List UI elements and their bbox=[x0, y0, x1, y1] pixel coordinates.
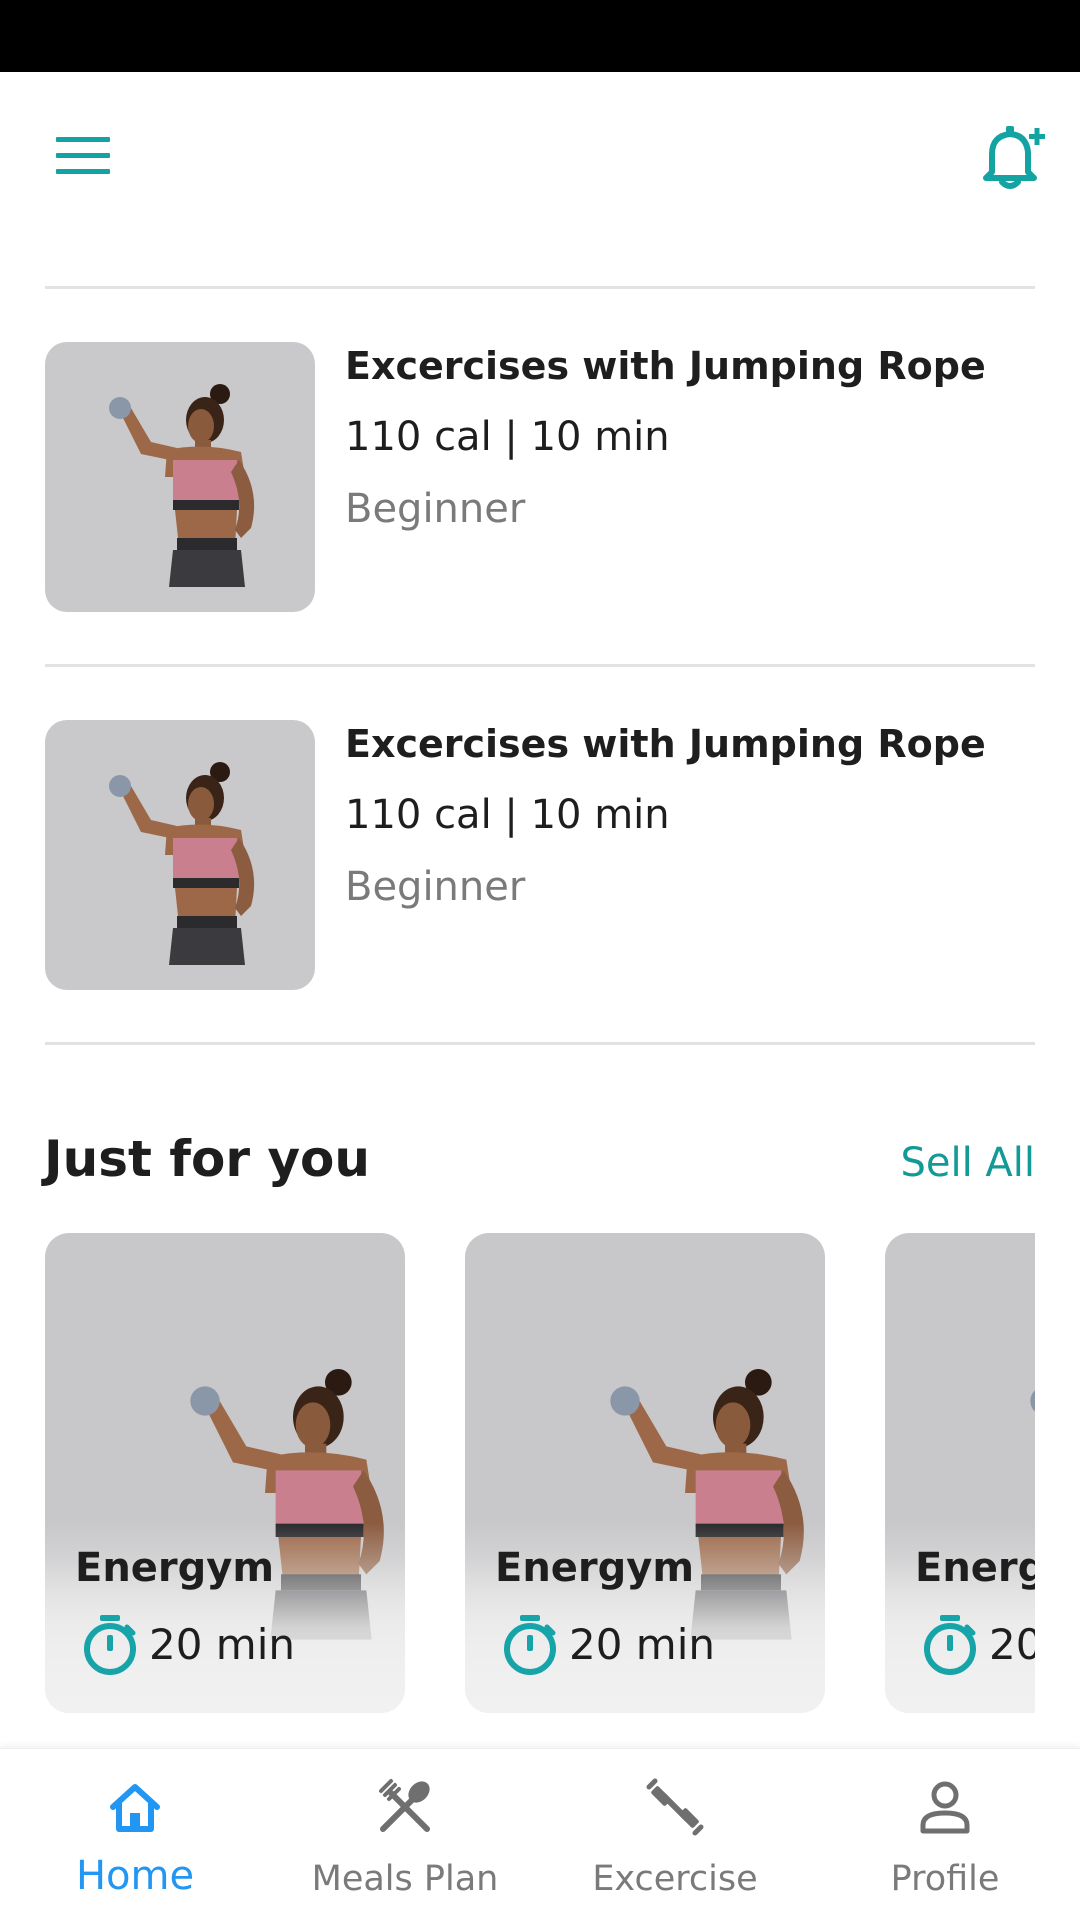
exercise-meta: 110 cal | 10 min bbox=[345, 414, 670, 460]
dumbbell-icon bbox=[646, 1778, 704, 1836]
recommendation-carousel[interactable]: Energym 20 min Energym 20 min Energym 20… bbox=[45, 1233, 1035, 1713]
fork-spoon-icon bbox=[379, 1779, 430, 1832]
hamburger-menu-icon[interactable] bbox=[54, 133, 114, 181]
card-title: Energym bbox=[495, 1545, 695, 1591]
exercise-list-item[interactable]: Excercises with Jumping Rope 110 cal | 1… bbox=[45, 720, 1035, 990]
status-bar bbox=[0, 0, 1080, 72]
app-bar bbox=[0, 72, 1080, 242]
exercise-level: Beginner bbox=[345, 486, 526, 532]
nav-item-meals-plan[interactable]: Meals Plan bbox=[270, 1749, 540, 1921]
timer-icon bbox=[921, 1613, 979, 1677]
nav-item-excercise[interactable]: Excercise bbox=[540, 1749, 810, 1921]
exercise-list-item[interactable]: Excercises with Jumping Rope 110 cal | 1… bbox=[45, 342, 1035, 612]
exercise-level: Beginner bbox=[345, 864, 526, 910]
section-title: Just for you bbox=[44, 1130, 370, 1188]
timer-icon bbox=[501, 1613, 559, 1677]
divider bbox=[45, 1042, 1035, 1045]
exercise-title: Excercises with Jumping Rope bbox=[345, 344, 986, 388]
bell-plus-icon[interactable] bbox=[978, 122, 1048, 192]
nav-label: Profile bbox=[890, 1859, 1000, 1899]
person-icon bbox=[920, 1781, 970, 1834]
nav-item-profile[interactable]: Profile bbox=[810, 1749, 1080, 1921]
home-icon bbox=[110, 1784, 160, 1832]
card-duration: 20 min bbox=[569, 1620, 715, 1669]
exercise-title: Excercises with Jumping Rope bbox=[345, 722, 986, 766]
nav-label: Meals Plan bbox=[311, 1859, 499, 1899]
workout-card[interactable]: Energym 20 min bbox=[45, 1233, 405, 1713]
workout-card[interactable]: Energym 20 min bbox=[885, 1233, 1035, 1713]
card-duration: 20 min bbox=[149, 1620, 295, 1669]
card-title: Energym bbox=[75, 1545, 275, 1591]
card-title: Energym bbox=[915, 1545, 1035, 1591]
bottom-navigation: Home Meals Plan Excercise Profile bbox=[0, 1748, 1080, 1921]
timer-icon bbox=[81, 1613, 139, 1677]
see-all-link[interactable]: Sell All bbox=[900, 1140, 1035, 1186]
exercise-thumbnail bbox=[45, 342, 315, 612]
nav-item-home[interactable]: Home bbox=[0, 1749, 270, 1921]
divider bbox=[45, 664, 1035, 667]
nav-label: Excercise bbox=[592, 1859, 758, 1899]
workout-card[interactable]: Energym 20 min bbox=[465, 1233, 825, 1713]
card-duration: 20 min bbox=[989, 1620, 1035, 1669]
exercise-thumbnail bbox=[45, 720, 315, 990]
divider bbox=[45, 286, 1035, 289]
exercise-meta: 110 cal | 10 min bbox=[345, 792, 670, 838]
nav-label: Home bbox=[75, 1853, 195, 1899]
